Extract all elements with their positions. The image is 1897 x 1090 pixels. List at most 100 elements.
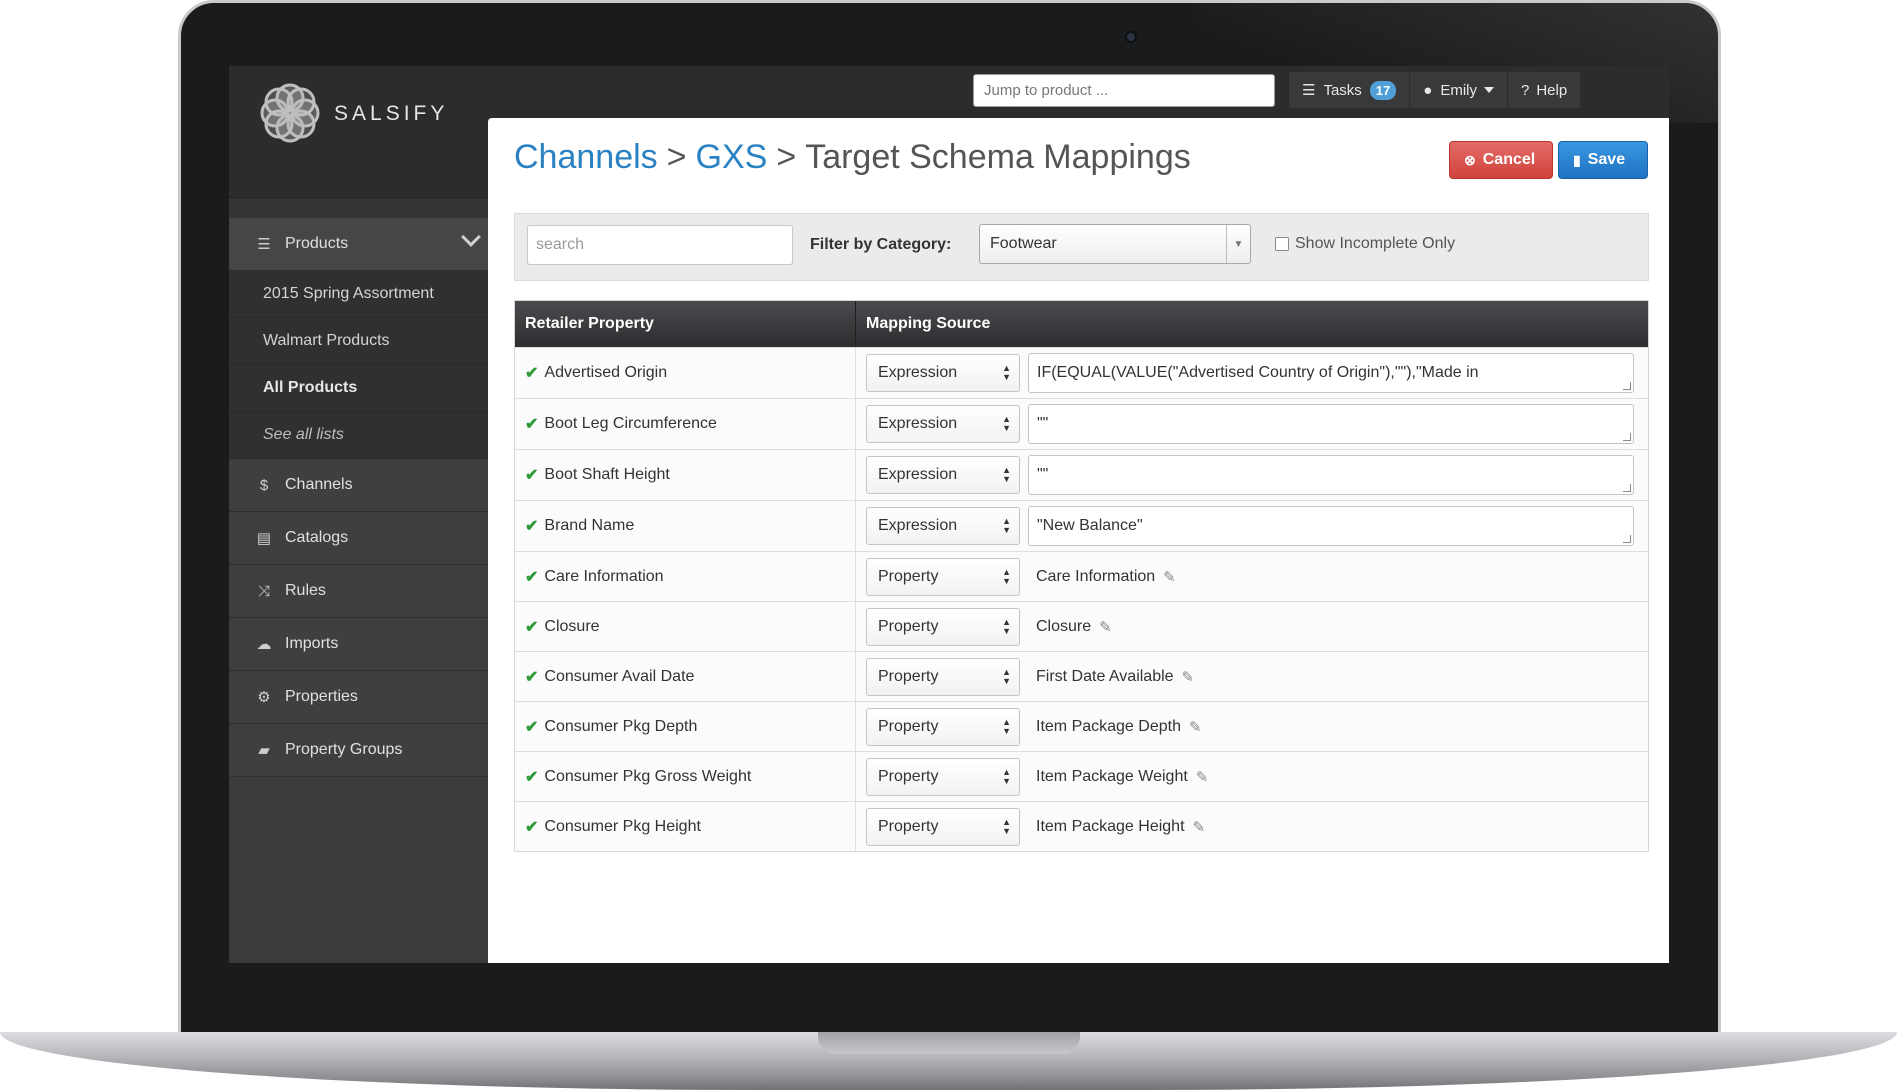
pencil-icon[interactable]: ✎ bbox=[1189, 718, 1202, 736]
resize-handle-icon[interactable] bbox=[1623, 484, 1631, 492]
up-down-arrows-icon: ▲ ▼ bbox=[1002, 465, 1011, 484]
retailer-property-cell: ✔ Boot Shaft Height bbox=[515, 450, 856, 500]
property-value: Item Package Depth ✎ bbox=[1036, 718, 1202, 736]
retailer-property-name: Consumer Pkg Height bbox=[544, 817, 701, 835]
resize-handle-icon[interactable] bbox=[1623, 535, 1631, 543]
sidebar-subitem-spring[interactable]: 2015 Spring Assortment bbox=[229, 271, 488, 318]
retailer-property-name: Boot Leg Circumference bbox=[544, 415, 717, 432]
mapping-type-select[interactable]: Expression ▲ ▼ bbox=[866, 507, 1020, 545]
mapping-type-value: Property bbox=[878, 717, 939, 735]
retailer-property-name: Consumer Avail Date bbox=[544, 667, 695, 685]
pencil-icon[interactable]: ✎ bbox=[1196, 768, 1209, 786]
mapping-type-value: Property bbox=[878, 567, 939, 585]
breadcrumb-channels[interactable]: Channels bbox=[514, 138, 658, 176]
mapping-type-select[interactable]: Property ▲ ▼ bbox=[866, 557, 1020, 596]
pencil-icon[interactable]: ✎ bbox=[1163, 568, 1176, 586]
sidebar-subitem-walmart[interactable]: Walmart Products bbox=[229, 318, 488, 365]
sidebar-item-imports[interactable]: ☁ Imports bbox=[229, 618, 488, 671]
property-value: First Date Available ✎ bbox=[1036, 668, 1194, 686]
retailer-property-cell: ✔ Consumer Pkg Depth bbox=[515, 702, 856, 751]
mapping-type-value: Expression bbox=[878, 415, 958, 432]
mapping-type-select[interactable]: Property ▲ ▼ bbox=[866, 807, 1020, 846]
pencil-icon[interactable]: ✎ bbox=[1182, 668, 1195, 686]
pencil-icon[interactable]: ✎ bbox=[1193, 818, 1206, 836]
sidebar-item-label: Rules bbox=[285, 582, 326, 599]
expression-value: IF(EQUAL(VALUE("Advertised Country of Or… bbox=[1037, 364, 1479, 381]
retailer-property-cell: ✔ Consumer Pkg Height bbox=[515, 802, 856, 851]
expression-textarea[interactable]: "" bbox=[1028, 404, 1634, 444]
sidebar-item-label: Imports bbox=[285, 635, 339, 652]
sidebar-item-property-groups[interactable]: ▰ Property Groups bbox=[229, 724, 488, 777]
sidebar-item-rules[interactable]: ⤨ Rules bbox=[229, 565, 488, 618]
retailer-property-cell: ✔ Consumer Pkg Gross Weight bbox=[515, 752, 856, 801]
check-icon: ✔ bbox=[525, 768, 539, 786]
retailer-property-cell: ✔ Brand Name bbox=[515, 501, 856, 551]
mapping-type-select[interactable]: Expression ▲ ▼ bbox=[866, 354, 1020, 392]
show-incomplete-checkbox[interactable] bbox=[1275, 237, 1289, 251]
jump-to-product-input[interactable] bbox=[973, 74, 1275, 107]
expression-textarea[interactable]: "" bbox=[1028, 455, 1634, 495]
property-value: Item Package Height ✎ bbox=[1036, 818, 1205, 836]
mapping-type-select[interactable]: Expression ▲ ▼ bbox=[866, 456, 1020, 494]
retailer-property-name: Boot Shaft Height bbox=[544, 466, 670, 483]
document-icon: ▮ bbox=[1573, 151, 1581, 168]
resize-handle-icon[interactable] bbox=[1623, 433, 1631, 441]
sidebar-item-channels[interactable]: $ Channels bbox=[229, 459, 488, 512]
save-button[interactable]: ▮ Save bbox=[1558, 141, 1648, 179]
mapping-source-cell: Property ▲ ▼ Item Package Weight ✎ bbox=[856, 752, 1648, 801]
column-header-mapping-source: Mapping Source bbox=[866, 315, 991, 332]
check-icon: ✔ bbox=[525, 718, 539, 736]
expression-value: "" bbox=[1037, 466, 1049, 483]
list-icon: ☰ bbox=[257, 236, 271, 253]
pencil-icon[interactable]: ✎ bbox=[1099, 618, 1112, 636]
shuffle-icon: ⤨ bbox=[257, 582, 270, 600]
resize-handle-icon[interactable] bbox=[1623, 382, 1631, 390]
sidebar-item-properties[interactable]: ⚙ Properties bbox=[229, 671, 488, 724]
salsify-logo-icon[interactable] bbox=[255, 78, 325, 148]
sidebar-subitem-see-all-lists[interactable]: See all lists bbox=[229, 412, 488, 459]
top-nav: ☰ Tasks 17 ● Emily ? Help bbox=[1289, 72, 1582, 108]
check-icon: ✔ bbox=[525, 568, 539, 586]
table-row: ✔ Boot Shaft Height Expression ▲ ▼ "" bbox=[515, 449, 1648, 500]
cancel-icon: ⊗ bbox=[1464, 151, 1476, 168]
table-body: ✔ Advertised Origin Expression ▲ ▼ IF(EQUAL(V… bbox=[515, 347, 1648, 851]
mapping-source-cell: Expression ▲ ▼ "New Balance" bbox=[856, 501, 1648, 551]
property-value-text: Item Package Height bbox=[1036, 817, 1185, 835]
mapping-source-cell: Expression ▲ ▼ IF(EQUAL(VALUE("Advertised C… bbox=[856, 348, 1648, 398]
help-label: Help bbox=[1536, 81, 1568, 99]
property-value-text: Item Package Weight bbox=[1036, 767, 1188, 785]
mapping-source-cell: Expression ▲ ▼ "" bbox=[856, 450, 1648, 500]
mapping-type-value: Property bbox=[878, 667, 939, 685]
expression-textarea[interactable]: IF(EQUAL(VALUE("Advertised Country of Or… bbox=[1028, 353, 1634, 393]
retailer-property-cell: ✔ Boot Leg Circumference bbox=[515, 399, 856, 449]
mapping-type-select[interactable]: Property ▲ ▼ bbox=[866, 607, 1020, 646]
cloud-upload-icon: ☁ bbox=[256, 636, 272, 653]
breadcrumb-gxs[interactable]: GXS bbox=[696, 138, 768, 176]
mapping-type-select[interactable]: Property ▲ ▼ bbox=[866, 707, 1020, 746]
cogs-icon: ⚙ bbox=[257, 689, 271, 706]
mapping-type-value: Property bbox=[878, 817, 939, 835]
user-menu-button[interactable]: ● Emily bbox=[1410, 72, 1508, 108]
category-select[interactable]: Footwear ▼ bbox=[979, 224, 1251, 264]
mapping-type-select[interactable]: Expression ▲ ▼ bbox=[866, 405, 1020, 443]
sidebar-item-label: Channels bbox=[285, 476, 353, 493]
search-input[interactable] bbox=[527, 225, 793, 265]
retailer-property-cell: ✔ Care Information bbox=[515, 552, 856, 601]
column-header-retailer-property: Retailer Property bbox=[515, 301, 856, 347]
mapping-type-value: Property bbox=[878, 617, 939, 635]
sidebar-item-products[interactable]: ☰ Products bbox=[229, 218, 488, 271]
help-button[interactable]: ? Help bbox=[1508, 72, 1582, 108]
tasks-button[interactable]: ☰ Tasks 17 bbox=[1289, 72, 1411, 108]
show-incomplete-toggle[interactable]: Show Incomplete Only bbox=[1275, 235, 1455, 253]
expression-textarea[interactable]: "New Balance" bbox=[1028, 506, 1634, 546]
mapping-type-select[interactable]: Property ▲ ▼ bbox=[866, 657, 1020, 696]
tasks-count-badge: 17 bbox=[1369, 80, 1397, 100]
filter-bar: Filter by Category: Footwear ▼ Show Inco… bbox=[514, 213, 1649, 281]
sidebar-subitem-all-products[interactable]: All Products bbox=[229, 365, 488, 412]
up-down-arrows-icon: ▲ ▼ bbox=[1002, 566, 1011, 586]
sidebar-item-catalogs[interactable]: ▤ Catalogs bbox=[229, 512, 488, 565]
cancel-button[interactable]: ⊗ Cancel bbox=[1449, 141, 1553, 179]
mapping-type-select[interactable]: Property ▲ ▼ bbox=[866, 757, 1020, 796]
chevron-down-icon[interactable] bbox=[461, 227, 481, 247]
mapping-source-cell: Property ▲ ▼ Item Package Depth ✎ bbox=[856, 702, 1648, 751]
